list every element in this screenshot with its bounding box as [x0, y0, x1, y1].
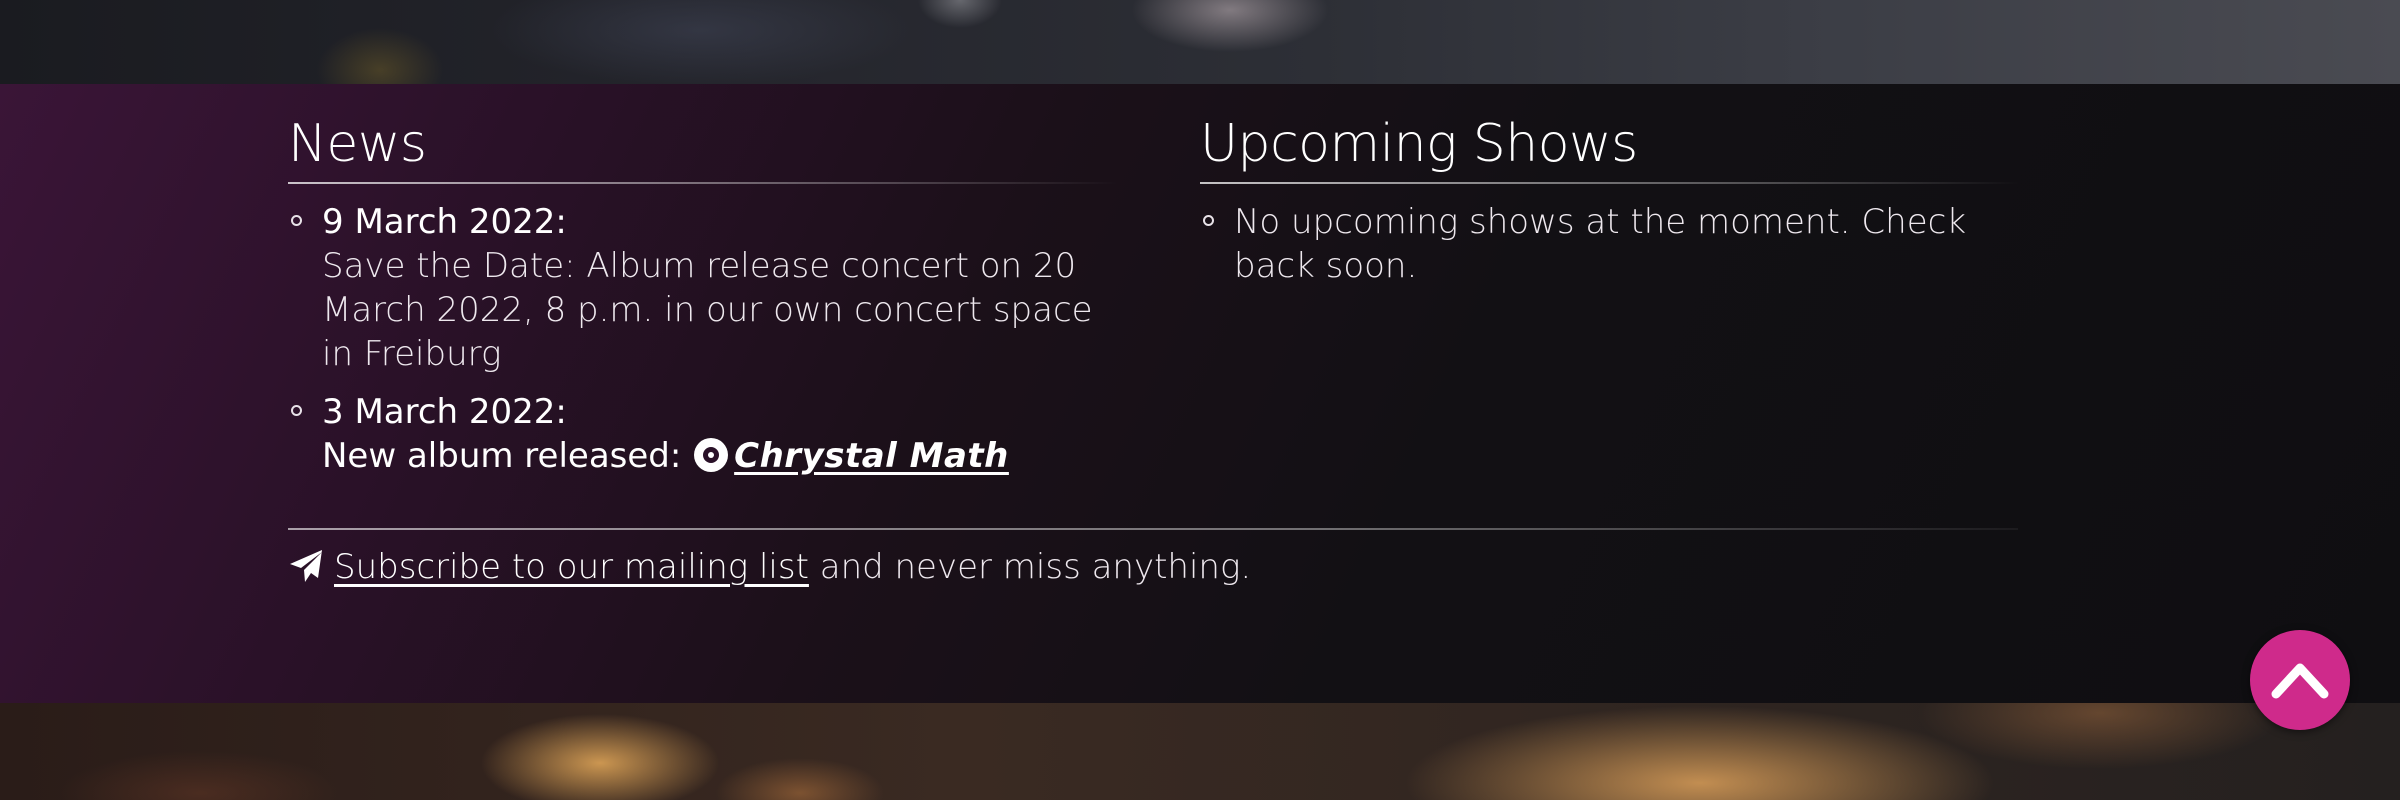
show-item: No upcoming shows at the moment. Check b… — [1200, 200, 2020, 288]
upcoming-shows-section: Upcoming Shows No upcoming shows at the … — [1200, 110, 2020, 302]
news-item: 3 March 2022: New album released: Chryst… — [288, 390, 1118, 478]
scroll-to-top-button[interactable] — [2250, 630, 2350, 730]
subscribe-suffix: and never miss anything. — [808, 547, 1252, 587]
shows-list: No upcoming shows at the moment. Check b… — [1200, 200, 2020, 288]
circle-bullet-icon — [291, 405, 302, 416]
album-link[interactable]: Chrystal Math — [734, 436, 1009, 476]
upcoming-shows-heading: Upcoming Shows — [1200, 114, 1638, 174]
news-date: 3 March 2022: — [322, 392, 567, 432]
news-heading-divider — [288, 182, 1118, 184]
news-section: News 9 March 2022: Save the Date: Album … — [288, 110, 1118, 492]
circle-bullet-icon — [1203, 215, 1214, 226]
chevron-up-icon — [2271, 663, 2329, 699]
news-text: Save the Date: Album release concert on … — [322, 246, 1093, 374]
no-shows-text: No upcoming shows at the moment. Check b… — [1234, 202, 1967, 286]
header-background-photo — [0, 0, 2400, 84]
footer-background-photo — [0, 703, 2400, 800]
album-release-line: New album released: Chrystal Math — [322, 434, 1118, 478]
upcoming-shows-heading-divider — [1200, 182, 2020, 184]
subscribe-line: Subscribe to our mailing list and never … — [288, 542, 1251, 592]
circle-bullet-icon — [291, 215, 302, 226]
subscribe-link[interactable]: Subscribe to our mailing list — [334, 547, 809, 587]
news-date: 9 March 2022: — [322, 202, 567, 242]
news-item: 9 March 2022: Save the Date: Album relea… — [288, 200, 1118, 376]
record-disc-icon — [694, 438, 729, 472]
album-release-prefix: New album released: — [322, 436, 693, 476]
news-list: 9 March 2022: Save the Date: Album relea… — [288, 200, 1118, 478]
subscribe-divider — [288, 528, 2018, 530]
news-heading: News — [288, 114, 427, 174]
paper-plane-icon — [290, 550, 322, 582]
